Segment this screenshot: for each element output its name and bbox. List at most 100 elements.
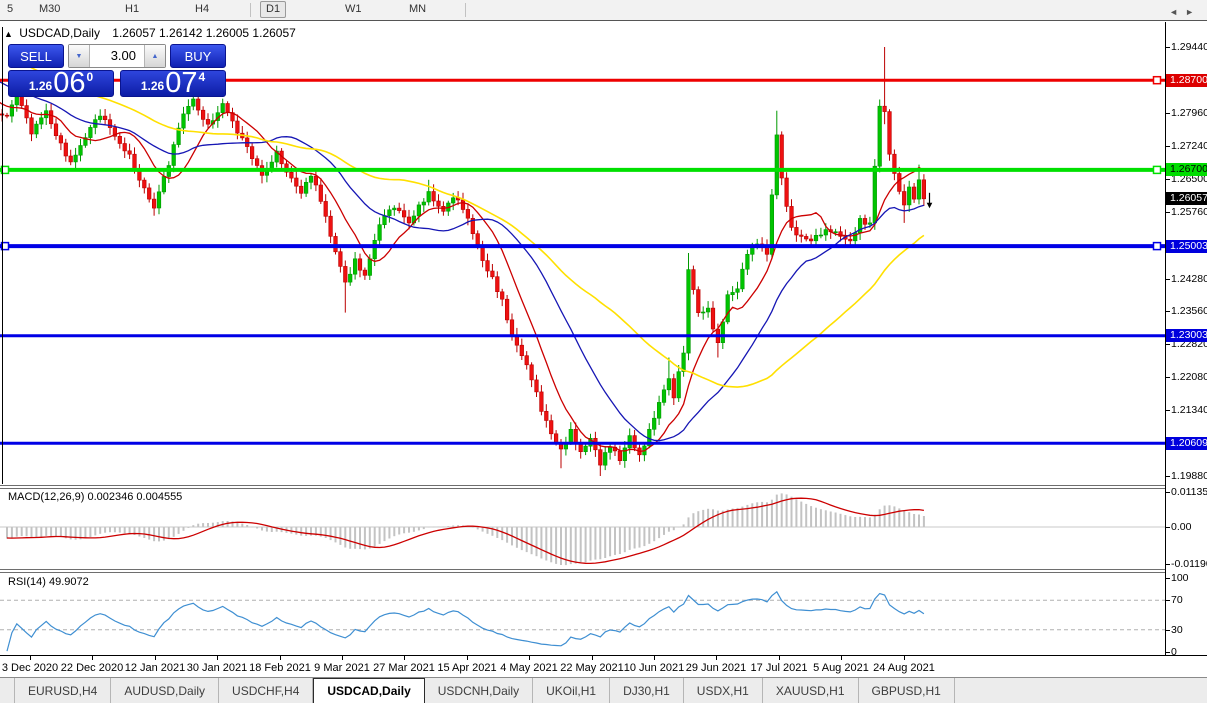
price-axis-column[interactable]: 1.294401.279601.272401.265001.257601.242… — [1166, 22, 1207, 655]
price-badge: 1.23003 — [1166, 329, 1207, 342]
candle-body — [221, 104, 225, 113]
macd-histogram-bar — [879, 509, 881, 527]
sell-price-display[interactable]: 1.26060 — [8, 70, 114, 97]
chart-tab-usdcnh-daily[interactable]: USDCNH,Daily — [425, 678, 533, 703]
candle-body — [520, 345, 524, 356]
macd-histogram-bar — [266, 527, 268, 532]
timeframe-button-MN[interactable]: MN — [404, 2, 431, 17]
macd-histogram-bar — [447, 526, 449, 527]
chart-tab-eurusd-h4[interactable]: EURUSD,H4 — [14, 678, 111, 703]
candle-body — [187, 106, 191, 114]
macd-histogram-bar — [84, 527, 86, 538]
macd-histogram-bar — [173, 527, 175, 537]
chart-ohlc-values: 1.26057 1.26142 1.26005 1.26057 — [112, 26, 296, 40]
tab-scroll-left-icon[interactable]: ◄ — [1169, 7, 1185, 17]
macd-histogram-bar — [864, 517, 866, 527]
toolbar-divider — [250, 3, 251, 17]
macd-histogram-bar — [374, 527, 376, 547]
moving-average-10[interactable] — [0, 101, 924, 451]
macd-histogram-bar — [104, 527, 106, 533]
volume-increase-button[interactable]: ▲ — [144, 45, 165, 67]
candle-body — [407, 217, 411, 223]
candle-body — [314, 176, 318, 185]
macd-histogram-bar — [545, 527, 547, 561]
sell-button[interactable]: SELL — [8, 44, 64, 68]
axis-tick-mark — [1166, 179, 1170, 180]
price-axis-tick-label: 0.00 — [1171, 521, 1191, 533]
panel-divider[interactable] — [0, 485, 1207, 489]
panel-divider[interactable] — [0, 569, 1207, 573]
candle-body — [30, 118, 34, 134]
candle-body — [270, 162, 274, 169]
macd-histogram-bar — [874, 515, 876, 527]
macd-histogram-bar — [251, 527, 253, 528]
macd-histogram-bar — [202, 523, 204, 527]
chart-tab-dj30-h1[interactable]: DJ30,H1 — [610, 678, 684, 703]
macd-histogram-bar — [40, 527, 42, 537]
chart-tab-audusd-daily[interactable]: AUDUSD,Daily — [111, 678, 219, 703]
candle-body — [790, 206, 794, 227]
hline-handle[interactable] — [1154, 77, 1161, 84]
macd-histogram-bar — [531, 527, 533, 554]
chart-tab-usdcad-daily[interactable]: USDCAD,Daily — [313, 678, 424, 703]
chart-tab-xauusd-h1[interactable]: XAUUSD,H1 — [763, 678, 859, 703]
moving-average-25[interactable] — [0, 81, 924, 441]
axis-tick-mark — [1166, 344, 1170, 345]
chart-tab-ukoil-h1[interactable]: UKOil,H1 — [533, 678, 610, 703]
timeframe-button-5[interactable]: 5 — [2, 2, 18, 17]
time-axis[interactable]: 3 Dec 202022 Dec 202012 Jan 202130 Jan 2… — [0, 655, 1207, 677]
macd-histogram-bar — [521, 527, 523, 550]
candle-body — [907, 187, 911, 205]
hline-handle[interactable] — [1154, 243, 1161, 250]
buy-price-display[interactable]: 1.26074 — [120, 70, 226, 97]
chart-tab-usdchf-h4[interactable]: USDCHF,H4 — [219, 678, 313, 703]
buy-price-prefix: 1.26 — [141, 79, 164, 93]
chart-tab-gbpusd-h1[interactable]: GBPUSD,H1 — [859, 678, 955, 703]
buy-button[interactable]: BUY — [170, 44, 226, 68]
macd-histogram-bar — [800, 502, 802, 527]
macd-histogram-bar — [889, 505, 891, 527]
volume-input[interactable]: 3.00 — [90, 45, 144, 67]
macd-histogram-bar — [26, 527, 28, 536]
macd-histogram-bar — [604, 527, 606, 558]
time-axis-tick-mark — [467, 656, 468, 660]
timeframe-button-D1[interactable]: D1 — [260, 1, 286, 18]
timeframe-button-H1[interactable]: H1 — [120, 2, 144, 17]
moving-average-50[interactable] — [27, 65, 924, 387]
time-axis-label: 30 Jan 2021 — [187, 662, 248, 674]
candle-body — [736, 289, 740, 293]
hline-handle[interactable] — [1154, 166, 1161, 173]
macd-histogram-bar — [859, 517, 861, 527]
macd-histogram-bar — [16, 527, 18, 537]
chart-tab-usdx-h1[interactable]: USDX,H1 — [684, 678, 763, 703]
macd-histogram-bar — [31, 527, 33, 537]
macd-histogram-bar — [840, 514, 842, 527]
macd-histogram-bar — [737, 508, 739, 527]
candle-body — [584, 446, 588, 452]
candle-body — [54, 124, 58, 136]
axis-tick-mark — [1166, 600, 1170, 601]
timeframe-button-H4[interactable]: H4 — [190, 2, 214, 17]
candle-body — [853, 233, 857, 241]
timeframe-button-W1[interactable]: W1 — [340, 2, 367, 17]
axis-tick-mark — [1166, 527, 1170, 528]
macd-histogram-bar — [428, 527, 430, 528]
price-axis-tick-label: 1.25760 — [1171, 206, 1207, 218]
volume-decrease-button[interactable]: ▼ — [69, 45, 90, 67]
macd-histogram-bar — [99, 527, 101, 534]
candle-body — [64, 143, 68, 156]
price-axis-tick-label: 1.23560 — [1171, 305, 1207, 317]
axis-tick-mark — [1166, 578, 1170, 579]
time-axis-label: 10 Jun 2021 — [624, 662, 685, 674]
candle-body — [554, 434, 558, 443]
candle-body — [677, 372, 681, 398]
tab-scroll-right-icon[interactable]: ► — [1185, 7, 1201, 17]
macd-histogram-bar — [624, 527, 626, 552]
macd-histogram-bar — [325, 527, 327, 538]
macd-histogram-bar — [246, 525, 248, 527]
macd-histogram-bar — [354, 527, 356, 549]
tab-scroll-arrows[interactable]: ◄► — [1169, 7, 1201, 17]
timeframe-button-M30[interactable]: M30 — [34, 2, 65, 17]
candle-body — [652, 418, 656, 429]
rsi-panel-chart[interactable] — [0, 572, 1166, 654]
